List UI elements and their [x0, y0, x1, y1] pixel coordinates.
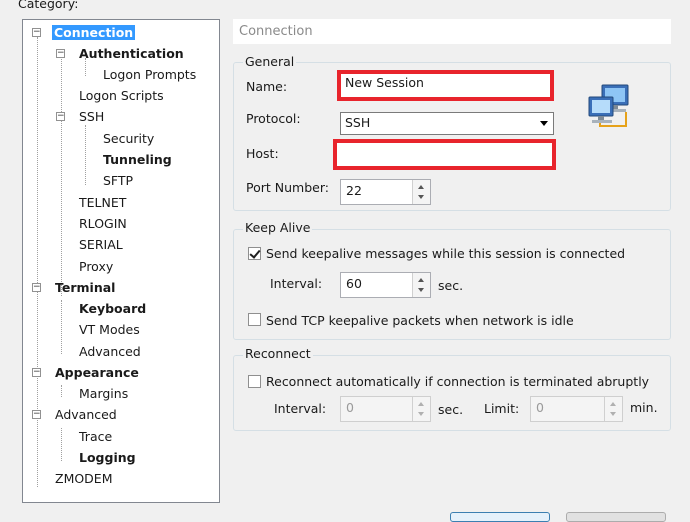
spin-buttons[interactable]	[412, 273, 430, 297]
arrow-up-icon[interactable]	[418, 185, 424, 189]
send-keepalive-checkbox[interactable]	[248, 247, 261, 260]
reconnect-interval-stepper[interactable]: 0	[340, 396, 431, 422]
arrow-up-icon[interactable]	[418, 278, 424, 282]
tree-item-telnet[interactable]: TELNET	[79, 194, 126, 211]
tree-item-logon-prompts[interactable]: Logon Prompts	[103, 66, 196, 83]
tree-item-authentication[interactable]: − Authentication	[56, 45, 184, 62]
reconnect-interval-value: 0	[346, 400, 354, 415]
tree-item-zmodem[interactable]: ZMODEM	[55, 470, 113, 487]
arrow-up-icon[interactable]	[610, 402, 616, 406]
tree-item-terminal[interactable]: − Terminal	[32, 279, 115, 296]
tree-item-connection[interactable]: − Connection	[32, 24, 136, 41]
keepalive-interval-value: 60	[346, 276, 362, 291]
collapse-icon[interactable]: −	[56, 112, 65, 121]
send-keepalive-label[interactable]: Send keepalive messages while this sessi…	[266, 246, 625, 261]
network-computers-icon	[588, 84, 629, 127]
arrow-down-icon[interactable]	[418, 412, 424, 416]
arrow-down-icon[interactable]	[418, 288, 424, 292]
page-title: Connection	[233, 19, 671, 44]
tree-item-appearance[interactable]: − Appearance	[32, 364, 139, 381]
reconnect-interval-unit: sec.	[438, 402, 464, 417]
tree-item-advanced-terminal[interactable]: Advanced	[79, 343, 141, 360]
tree-item-margins[interactable]: Margins	[79, 385, 128, 402]
tcp-keepalive-label[interactable]: Send TCP keepalive packets when network …	[266, 313, 574, 328]
protocol-select[interactable]: SSH	[340, 112, 554, 135]
tree-item-rlogin[interactable]: RLOGIN	[79, 215, 127, 232]
tree-connector	[61, 300, 62, 354]
host-field[interactable]	[333, 139, 556, 170]
category-label: Category:	[18, 0, 79, 11]
reconnect-auto-label[interactable]: Reconnect automatically if connection is…	[266, 374, 649, 389]
reconnect-limit-label: Limit:	[484, 401, 520, 416]
keepalive-interval-unit: sec.	[438, 278, 464, 293]
tree-item-logon-scripts[interactable]: Logon Scripts	[79, 87, 164, 104]
tree-connector	[61, 385, 62, 397]
reconnect-auto-checkbox[interactable]	[248, 375, 261, 388]
collapse-icon[interactable]: −	[32, 410, 41, 419]
reconnect-limit-unit: min.	[630, 400, 658, 415]
tree-item-tunneling[interactable]: Tunneling	[103, 151, 172, 168]
name-label: Name:	[246, 79, 288, 94]
protocol-label: Protocol:	[246, 111, 301, 126]
tree-item-trace[interactable]: Trace	[79, 428, 112, 445]
port-number-stepper[interactable]: 22	[340, 179, 431, 205]
tree-item-advanced[interactable]: − Advanced	[32, 406, 117, 423]
arrow-up-icon[interactable]	[418, 402, 424, 406]
tcp-keepalive-checkbox[interactable]	[248, 313, 261, 326]
collapse-icon[interactable]: −	[32, 28, 41, 37]
keep-alive-group-title: Keep Alive	[243, 220, 313, 235]
collapse-icon[interactable]: −	[32, 283, 41, 292]
tree-item-security[interactable]: Security	[103, 130, 154, 147]
port-number-label: Port Number:	[246, 180, 329, 195]
spin-buttons[interactable]	[412, 397, 430, 421]
tree-item-sftp[interactable]: SFTP	[103, 172, 133, 189]
tree-item-proxy[interactable]: Proxy	[79, 258, 113, 275]
arrow-down-icon[interactable]	[610, 412, 616, 416]
host-label: Host:	[246, 146, 279, 161]
reconnect-interval-label: Interval:	[274, 401, 327, 416]
keepalive-interval-stepper[interactable]: 60	[340, 272, 431, 298]
general-group-title: General	[243, 54, 297, 69]
reconnect-group-title: Reconnect	[243, 346, 313, 361]
spin-buttons[interactable]	[604, 397, 622, 421]
collapse-icon[interactable]: −	[56, 49, 65, 58]
port-number-value: 22	[346, 183, 362, 198]
tree-item-logging[interactable]: Logging	[79, 449, 136, 466]
tree-item-keyboard[interactable]: Keyboard	[79, 300, 146, 317]
collapse-icon[interactable]: −	[32, 368, 41, 377]
tree-connector	[85, 125, 86, 185]
tree-item-serial[interactable]: SERIAL	[79, 236, 123, 253]
tree-connector	[61, 50, 62, 296]
arrow-down-icon[interactable]	[418, 195, 424, 199]
spin-buttons[interactable]	[412, 180, 430, 204]
tree-connector	[61, 428, 62, 461]
reconnect-limit-value: 0	[536, 400, 544, 415]
keepalive-interval-label: Interval:	[270, 276, 323, 291]
ok-button[interactable]	[450, 512, 550, 522]
protocol-value: SSH	[345, 115, 371, 130]
cancel-button[interactable]	[566, 512, 666, 522]
name-field[interactable]: New Session	[337, 70, 554, 101]
reconnect-limit-stepper[interactable]: 0	[530, 396, 623, 422]
tree-item-vt-modes[interactable]: VT Modes	[79, 321, 140, 338]
chevron-down-icon	[540, 121, 548, 126]
category-tree[interactable]: − Connection − Authentication Logon Prom…	[22, 19, 220, 503]
tree-item-ssh[interactable]: − SSH	[56, 108, 104, 125]
